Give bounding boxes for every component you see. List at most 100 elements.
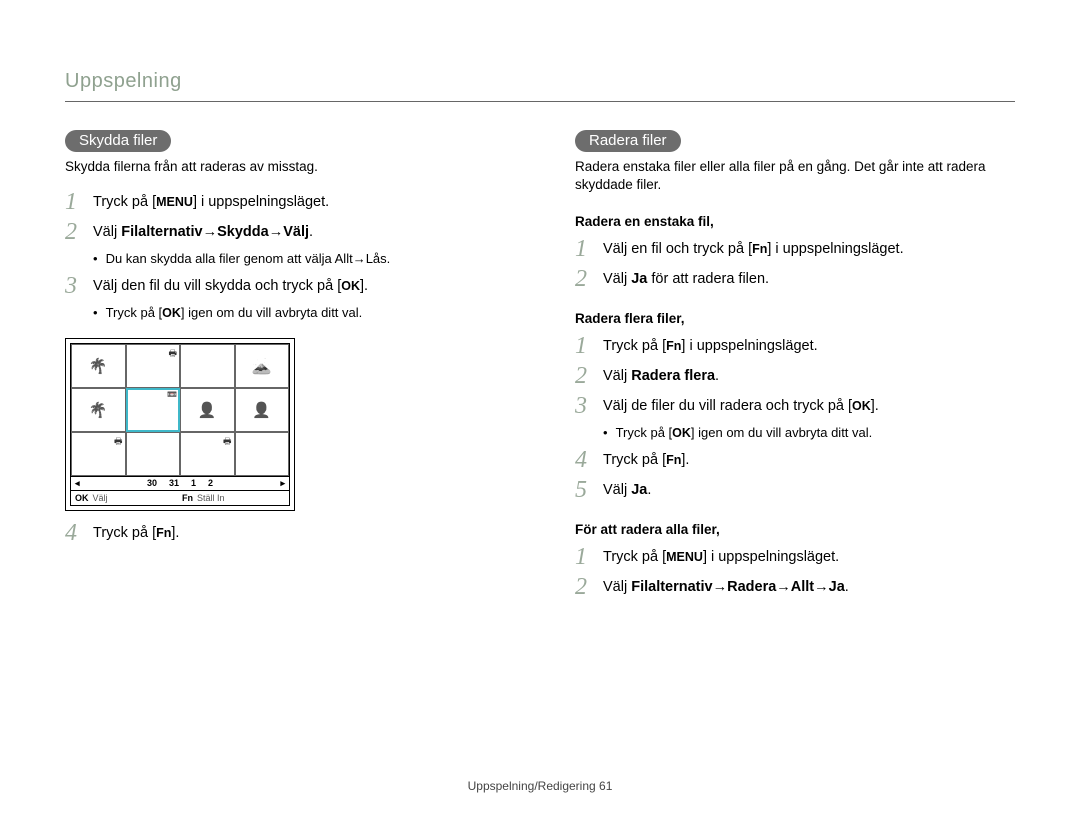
step-text: . — [845, 579, 849, 595]
bullet-text: ] igen om du vill avbryta ditt val. — [181, 305, 362, 320]
ok-key-icon: OK — [162, 306, 181, 320]
print-icon: 🖶 — [223, 434, 232, 450]
arrow-right-icon: → — [814, 577, 829, 597]
step-text: Välj — [603, 368, 631, 384]
intro-text: Skydda filerna från att raderas av misst… — [65, 158, 505, 176]
thumbnail-grid-illustration: 🖶 📼 🖶 🖶 ◂ — [65, 338, 295, 511]
arrow-right-icon: → — [713, 577, 728, 597]
bold-text: Ja — [631, 271, 647, 287]
thumbnail — [71, 344, 126, 388]
date-number: 2 — [208, 478, 213, 488]
step-number: 1 — [575, 237, 595, 261]
page-title: Uppspelning — [65, 70, 1015, 93]
arrow-right-icon: → — [203, 222, 218, 242]
step-text: Välj — [603, 482, 631, 498]
step-1: 1 Tryck på [MENU] i uppspelningsläget. — [575, 545, 1015, 569]
divider — [65, 101, 1015, 102]
page-footer: Uppspelning/Redigering 61 — [0, 779, 1080, 793]
step-2: 2 Välj Filalternativ → Radera → Allt → J… — [575, 575, 1015, 599]
bullet-text: Du kan skydda alla filer genom att välja — [106, 251, 335, 266]
step-text: Välj — [603, 271, 631, 287]
step-2: 2 Välj Radera flera. — [575, 364, 1015, 388]
arrow-right-icon: → — [353, 250, 366, 268]
step-text: . — [647, 482, 651, 498]
step-number: 2 — [575, 364, 595, 388]
right-column: Radera filer Radera enstaka filer eller … — [575, 130, 1015, 605]
sub-heading: Radera flera filer, — [575, 311, 1015, 326]
step-2: 2 Välj Filalternativ → Skydda → Välj. — [65, 220, 505, 244]
menu-key-icon: MENU — [666, 550, 703, 564]
step-text: ]. — [171, 525, 179, 541]
sub-heading: För att radera alla filer, — [575, 522, 1015, 537]
shortcut-label: Välj — [93, 493, 108, 503]
intro-text: Radera enstaka filer eller alla filer på… — [575, 158, 1015, 194]
filmstrip-bar: ◂ 30 31 1 2 ▸ — [71, 476, 289, 491]
step-number: 4 — [65, 521, 85, 545]
date-number: 31 — [169, 478, 179, 488]
left-column: Skydda filer Skydda filerna från att rad… — [65, 130, 505, 605]
shortcut-label: Ställ In — [197, 493, 225, 503]
sub-heading: Radera en enstaka fil, — [575, 214, 1015, 229]
bullet-text: Tryck på [ — [616, 425, 673, 440]
step-text: Välj en fil och tryck på [ — [603, 241, 752, 257]
step-text: ] i uppspelningsläget. — [703, 549, 839, 565]
menu-key-icon: MENU — [156, 195, 193, 209]
bullet-text: Tryck på [ — [106, 305, 163, 320]
ok-key-icon: OK — [75, 493, 89, 503]
step-text: Välj de filer du vill radera och tryck p… — [603, 398, 852, 414]
chevron-left-icon: ◂ — [75, 478, 80, 489]
step-text: Tryck på [ — [603, 338, 666, 354]
step-number: 3 — [65, 274, 85, 298]
bold-text: Filalternativ — [631, 579, 712, 595]
print-icon: 🖶 — [114, 434, 123, 450]
step-4: 4 Tryck på [Fn]. — [65, 521, 505, 545]
thumbnail — [126, 432, 181, 476]
bullet-item: Du kan skydda alla filer genom att välja… — [93, 250, 505, 268]
fn-key-icon: Fn — [752, 242, 767, 256]
fn-key-icon: Fn — [182, 493, 193, 503]
print-icon: 🖶 — [169, 346, 178, 362]
step-text: ]. — [871, 398, 879, 414]
step-1: 1 Välj en fil och tryck på [Fn] i uppspe… — [575, 237, 1015, 261]
step-2: 2 Välj Ja för att radera filen. — [575, 267, 1015, 291]
ok-key-icon: OK — [852, 399, 871, 413]
video-icon: 📼 — [167, 390, 177, 399]
thumbnail: 🖶 — [126, 344, 181, 388]
bold-text: Radera flera — [631, 368, 715, 384]
date-number: 30 — [147, 478, 157, 488]
step-3: 3 Välj den fil du vill skydda och tryck … — [65, 274, 505, 298]
step-number: 4 — [575, 448, 595, 472]
thumbnail — [235, 344, 290, 388]
step-number: 1 — [575, 334, 595, 358]
bullet-text: ] igen om du vill avbryta ditt val. — [691, 425, 872, 440]
arrow-right-icon: → — [269, 222, 284, 242]
bold-text: Skydda — [217, 224, 269, 240]
bold-text: Välj — [283, 224, 309, 240]
bullet-item: Tryck på [OK] igen om du vill avbryta di… — [603, 424, 1015, 442]
pill-delete-files: Radera filer — [575, 130, 681, 152]
step-1: 1 Tryck på [MENU] i uppspelningsläget. — [65, 190, 505, 214]
thumbnail — [71, 388, 126, 432]
fn-key-icon: Fn — [666, 339, 681, 353]
bold-text: Radera — [727, 579, 776, 595]
bold-text: Lås — [366, 251, 387, 266]
step-4: 4 Tryck på [Fn]. — [575, 448, 1015, 472]
step-text: . — [309, 224, 313, 240]
step-text: för att radera filen. — [647, 271, 769, 287]
step-text: ]. — [681, 452, 689, 468]
bold-text: Filalternativ — [121, 224, 202, 240]
step-text: Tryck på [ — [93, 194, 156, 210]
step-1: 1 Tryck på [Fn] i uppspelningsläget. — [575, 334, 1015, 358]
step-text: Tryck på [ — [603, 452, 666, 468]
thumbnail: 🖶 — [180, 432, 235, 476]
thumbnail — [235, 432, 290, 476]
step-number: 5 — [575, 478, 595, 502]
step-text: Välj — [93, 224, 121, 240]
step-text: ]. — [360, 278, 368, 294]
thumbnail: 🖶 — [71, 432, 126, 476]
thumbnail — [180, 344, 235, 388]
ok-key-icon: OK — [672, 426, 691, 440]
step-text: ] i uppspelningsläget. — [767, 241, 903, 257]
step-text: Tryck på [ — [603, 549, 666, 565]
step-number: 2 — [575, 575, 595, 599]
